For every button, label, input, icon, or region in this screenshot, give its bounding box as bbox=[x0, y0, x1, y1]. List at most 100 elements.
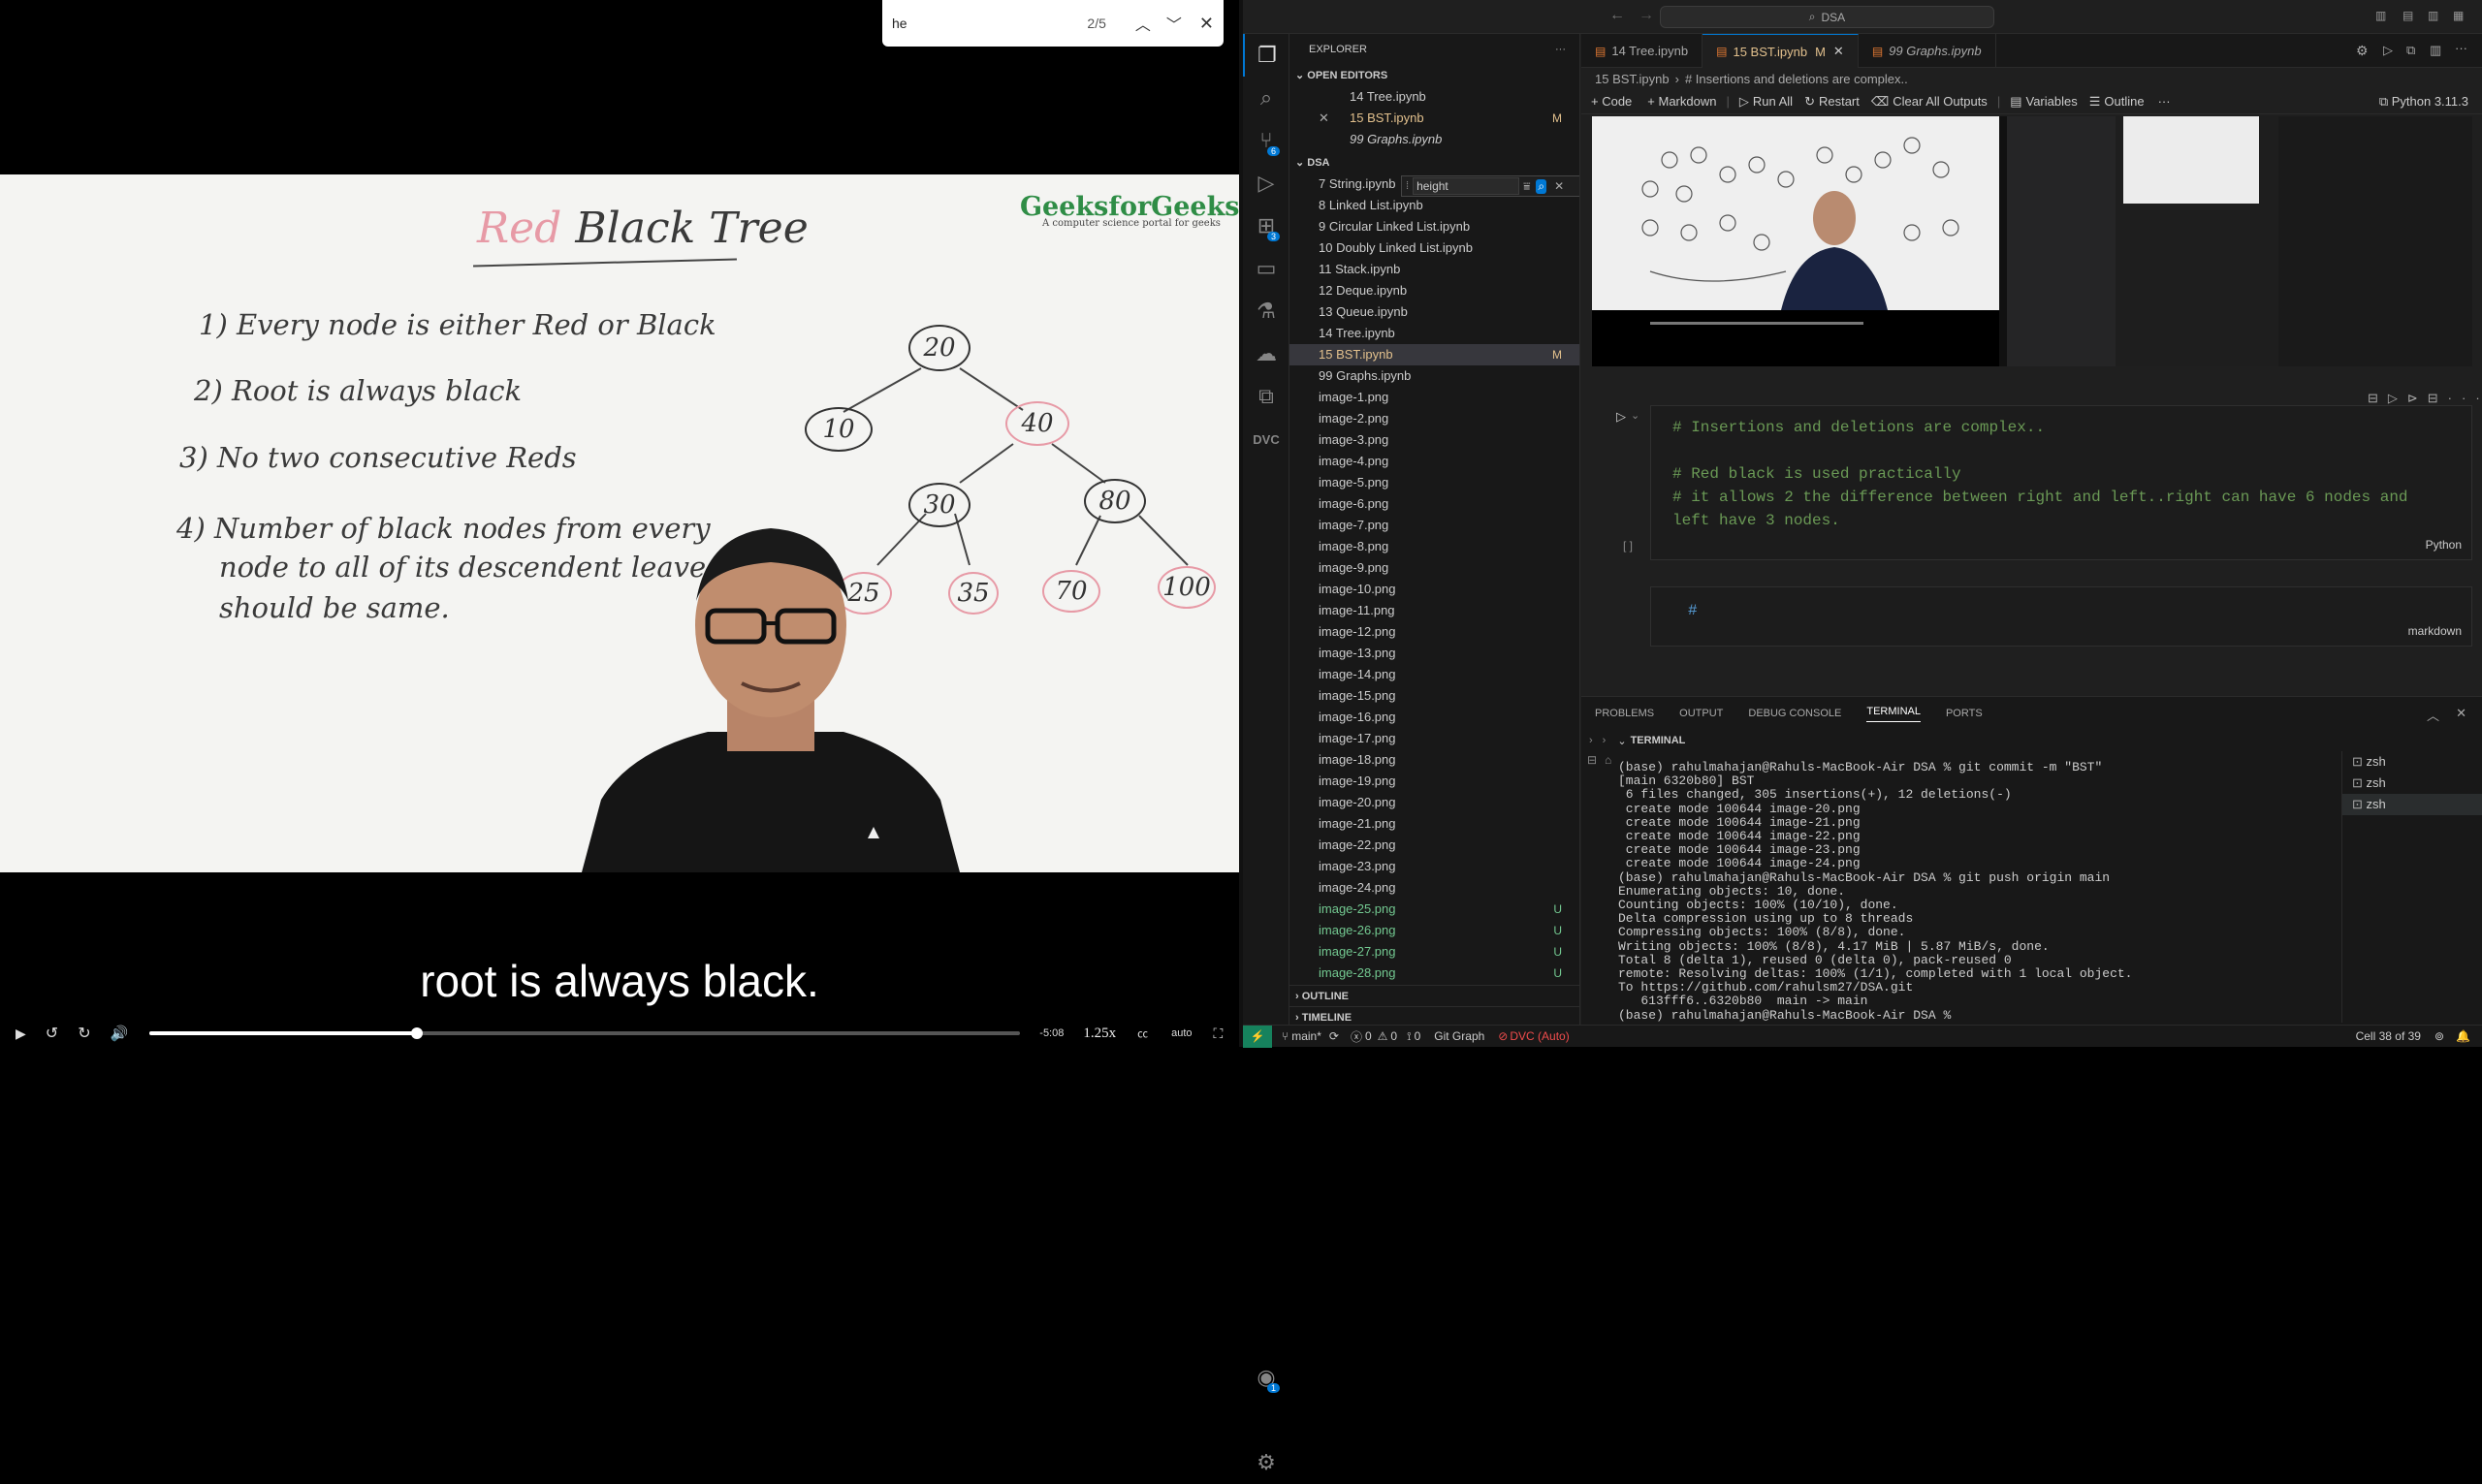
file-item[interactable]: image-2.png bbox=[1289, 408, 1579, 429]
code-line[interactable]: # Insertions and deletions are complex.. bbox=[1672, 416, 2408, 439]
terminal-list-item[interactable]: ⊡ zsh bbox=[2342, 794, 2482, 815]
terminal-list-item[interactable]: ⊡ zsh bbox=[2342, 751, 2482, 773]
file-item[interactable]: 13 Queue.ipynb bbox=[1289, 301, 1579, 323]
open-editor-item[interactable]: 14 Tree.ipynb bbox=[1289, 86, 1579, 108]
breadcrumb-file[interactable]: 15 BST.ipynb bbox=[1595, 72, 1670, 86]
outline-button[interactable]: Outline bbox=[2104, 94, 2144, 109]
file-item[interactable]: image-10.png bbox=[1289, 579, 1579, 600]
file-item[interactable]: image-14.png bbox=[1289, 664, 1579, 685]
file-item[interactable]: image-19.png bbox=[1289, 771, 1579, 792]
file-item[interactable]: image-12.png bbox=[1289, 621, 1579, 643]
terminal-output[interactable]: (base) rahulmahajan@Rahuls-MacBook-Air D… bbox=[1618, 760, 2326, 1023]
add-markdown-button[interactable]: + Markdown bbox=[1647, 94, 1716, 109]
file-item[interactable]: image-13.png bbox=[1289, 643, 1579, 664]
git-graph-button[interactable]: Git Graph bbox=[1434, 1029, 1484, 1043]
file-item[interactable]: image-27.png U bbox=[1289, 941, 1579, 963]
cell-language[interactable]: markdown bbox=[2408, 624, 2462, 638]
file-item[interactable]: 99 Graphs.ipynb bbox=[1289, 365, 1579, 387]
find-input[interactable] bbox=[892, 16, 1067, 31]
find-prev-icon[interactable]: ︿ bbox=[1135, 12, 1151, 35]
testing-icon[interactable]: ⚗ bbox=[1243, 290, 1289, 332]
docker-icon[interactable]: ☁ bbox=[1243, 332, 1289, 375]
more-actions-icon[interactable]: ··· bbox=[2455, 41, 2467, 55]
code-line[interactable]: # Red black is used practically bbox=[1672, 462, 2408, 486]
open-editors-header[interactable]: ⌄ OPEN EDITORS bbox=[1289, 65, 1579, 86]
maximize-panel-icon[interactable]: ︿ bbox=[2427, 706, 2439, 724]
remote-explorer-icon[interactable]: ▭ bbox=[1243, 247, 1289, 290]
file-item[interactable]: image-1.png bbox=[1289, 387, 1579, 408]
code-cell[interactable]: # Insertions and deletions are complex..… bbox=[1650, 405, 2472, 560]
chevron-right-icon[interactable]: › bbox=[1603, 735, 1607, 746]
restart-button[interactable]: Restart bbox=[1819, 94, 1860, 109]
error-count[interactable]: 0 bbox=[1365, 1029, 1372, 1043]
file-item[interactable]: 9 Circular Linked List.ipynb bbox=[1289, 216, 1579, 237]
close-icon[interactable]: ✕ bbox=[1554, 179, 1564, 193]
play-icon[interactable]: ▶ bbox=[16, 1026, 26, 1042]
dvc-status[interactable]: DVC (Auto) bbox=[1510, 1029, 1569, 1043]
dvc-icon[interactable]: DVC bbox=[1243, 418, 1289, 460]
file-item[interactable]: image-22.png bbox=[1289, 835, 1579, 856]
editor-tab[interactable]: ▤ 99 Graphs.ipynb bbox=[1859, 34, 1996, 68]
file-item[interactable]: 8 Linked List.ipynb bbox=[1289, 195, 1579, 216]
breadcrumb-symbol[interactable]: # Insertions and deletions are complex.. bbox=[1685, 72, 1908, 86]
close-icon[interactable]: ✕ bbox=[1319, 108, 1329, 129]
kernel-picker[interactable]: ⧉ Python 3.11.3 bbox=[2379, 94, 2468, 110]
panel-tab[interactable]: TERMINAL bbox=[1866, 706, 1921, 722]
ports-count[interactable]: 0 bbox=[1415, 1029, 1421, 1043]
video-progress-bar[interactable] bbox=[149, 1027, 1021, 1039]
file-item[interactable]: 12 Deque.ipynb bbox=[1289, 280, 1579, 301]
file-item[interactable]: image-4.png bbox=[1289, 451, 1579, 472]
account-icon[interactable]: ◉ 1 bbox=[1243, 1356, 1289, 1399]
jupyter-icon[interactable]: ⧉ bbox=[1243, 375, 1289, 418]
drag-handle-icon[interactable]: ⁞ bbox=[1406, 180, 1409, 192]
close-panel-icon[interactable]: ✕ bbox=[2456, 706, 2466, 721]
captions-icon[interactable]: ㏄ bbox=[1137, 1026, 1148, 1041]
search-icon[interactable]: ⌕ bbox=[1243, 77, 1289, 119]
compare-icon[interactable]: ⧉ bbox=[2406, 43, 2415, 58]
code-line[interactable]: left have 3 nodes. bbox=[1672, 509, 2408, 532]
fuzzy-match-icon[interactable]: ⌕ bbox=[1536, 178, 1547, 194]
speed-button[interactable]: 1.25x bbox=[1083, 1026, 1116, 1042]
volume-icon[interactable]: 🔊 bbox=[111, 1025, 129, 1042]
file-item[interactable]: image-5.png bbox=[1289, 472, 1579, 493]
toggle-secondary-sidebar-icon[interactable]: ▥ bbox=[2428, 9, 2438, 22]
run-all-button[interactable]: Run All bbox=[1753, 94, 1793, 109]
toggle-sidebar-icon[interactable]: ▥ bbox=[2375, 9, 2386, 22]
split-editor-icon[interactable]: ▥ bbox=[2430, 43, 2441, 58]
code-line[interactable]: # it allows 2 the difference between rig… bbox=[1672, 486, 2408, 509]
warning-count[interactable]: 0 bbox=[1390, 1029, 1397, 1043]
open-editor-item[interactable]: 99 Graphs.ipynb bbox=[1289, 129, 1579, 150]
panel-tab[interactable]: OUTPUT bbox=[1679, 708, 1723, 719]
toggle-panel-icon[interactable]: ▤ bbox=[2402, 9, 2413, 22]
branch-name[interactable]: main* bbox=[1291, 1029, 1321, 1043]
back-icon[interactable]: ← bbox=[1609, 7, 1625, 24]
open-editor-item[interactable]: ✕ 15 BST.ipynb M bbox=[1289, 108, 1579, 129]
cell-language[interactable]: Python bbox=[2426, 538, 2462, 552]
cell-position[interactable]: Cell 38 of 39 bbox=[2356, 1029, 2421, 1043]
more-actions-icon[interactable]: ··· bbox=[2158, 94, 2171, 109]
explorer-icon[interactable]: ❐ bbox=[1243, 34, 1289, 77]
copilot-icon[interactable]: ⊚ bbox=[2434, 1029, 2444, 1043]
file-item[interactable]: image-24.png bbox=[1289, 877, 1579, 899]
cell-source[interactable]: # Insertions and deletions are complex..… bbox=[1672, 416, 2408, 532]
file-item[interactable]: image-8.png bbox=[1289, 536, 1579, 557]
file-item[interactable]: image-25.png U bbox=[1289, 899, 1579, 920]
folder-header[interactable]: ⌄ DSA bbox=[1289, 152, 1579, 174]
remote-icon[interactable]: ⚡ bbox=[1243, 1025, 1272, 1048]
command-center[interactable]: ⌕ DSA bbox=[1660, 6, 1994, 28]
chevron-down-icon[interactable]: ⌄ bbox=[1631, 409, 1639, 422]
file-item[interactable]: image-7.png bbox=[1289, 515, 1579, 536]
close-icon[interactable]: ✕ bbox=[1833, 44, 1844, 59]
terminal-list-item[interactable]: ⊡ zsh bbox=[2342, 773, 2482, 794]
fullscreen-icon[interactable]: ⛶ bbox=[1214, 1026, 1224, 1042]
forward-icon[interactable]: → bbox=[1639, 7, 1654, 24]
forward-icon[interactable]: ↻ bbox=[78, 1024, 90, 1043]
customize-layout-icon[interactable]: ▦ bbox=[2453, 9, 2464, 22]
tag-icon[interactable]: ⌂ bbox=[1605, 753, 1611, 767]
editor-tab[interactable]: ▤ 15 BST.ipynb M ✕ bbox=[1702, 34, 1859, 68]
quality-button[interactable]: auto bbox=[1171, 1027, 1192, 1039]
video-progress-handle[interactable] bbox=[410, 1027, 423, 1039]
settings-gear-icon[interactable]: ⚙ bbox=[2356, 43, 2369, 59]
rewind-icon[interactable]: ↺ bbox=[46, 1024, 58, 1043]
clear-outputs-button[interactable]: Clear All Outputs bbox=[1893, 94, 1988, 109]
